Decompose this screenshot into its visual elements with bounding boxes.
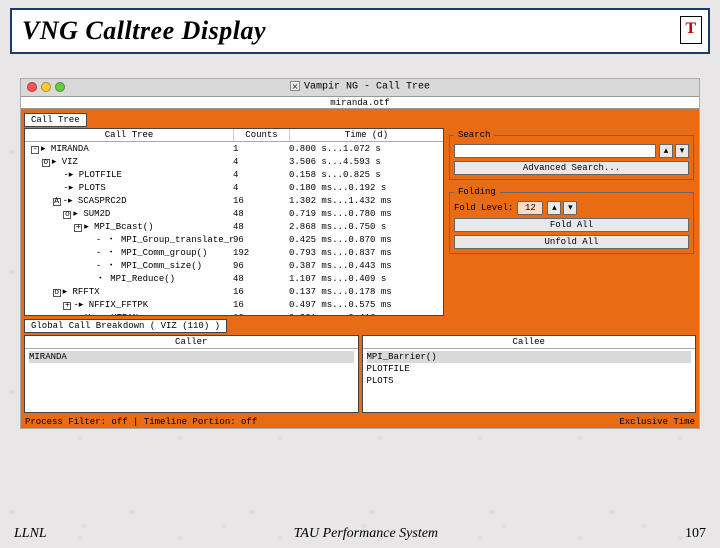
tree-row[interactable]: - ・ MPI_Comm_size()960.387 ms...0.443 ms (31, 260, 443, 273)
section-label-calltree: Call Tree (24, 113, 87, 127)
tree-row[interactable]: o▸ SUM2D480.719 ms...0.780 ms (31, 208, 443, 221)
search-input[interactable] (454, 144, 656, 158)
slide-title: VNG Calltree Display (22, 16, 266, 45)
tree-row[interactable]: A-▸ SCASPRC2D161.302 ms...1.432 ms (31, 195, 443, 208)
fold-all-button[interactable]: Fold All (454, 218, 689, 232)
fold-level-down[interactable]: ▾ (563, 201, 577, 215)
caller-pane[interactable]: Caller MIRANDA (24, 335, 359, 413)
tree-row[interactable]: o▸ VIZ43.506 s...4.593 s (31, 156, 443, 169)
calltree-header: Call Tree Counts Time (d) (25, 129, 443, 142)
tree-row[interactable]: -▸ PLOTFILE40.158 s...0.825 s (31, 169, 443, 182)
zoom-icon[interactable] (55, 82, 65, 92)
callee-item[interactable]: PLOTS (367, 375, 692, 387)
app-logo-icon (290, 81, 300, 91)
side-panels: Search ▴ ▾ Advanced Search... Folding Fo… (447, 128, 696, 316)
expand-icon[interactable]: A (53, 198, 61, 206)
tree-row[interactable]: -▸ PLOTS40.180 ms...0.192 s (31, 182, 443, 195)
tree-row[interactable]: - ・ MPI_Group_translate_ranks()960.425 m… (31, 234, 443, 247)
minimize-icon[interactable] (41, 82, 51, 92)
folding-panel: Folding Fold Level: ▴ ▾ Fold All Unfold … (449, 187, 694, 254)
close-icon[interactable] (27, 82, 37, 92)
traffic-lights (27, 82, 65, 92)
folding-legend: Folding (454, 187, 500, 197)
tree-row[interactable]: +▸ MPI_Bcast()482.868 ms...0.750 s (31, 221, 443, 234)
tree-row[interactable]: o▸ RFFTX160.137 ms...0.178 ms (31, 286, 443, 299)
col-calltree[interactable]: Call Tree (25, 129, 233, 141)
breakdown-label: Global Call Breakdown ( VIZ (110) ) (24, 319, 227, 333)
window-title: Vampir NG - Call Tree (290, 81, 430, 93)
status-bar: Process Filter: off | Timeline Portion: … (21, 416, 699, 428)
callee-item[interactable]: MPI_Barrier() (367, 351, 692, 363)
col-time[interactable]: Time (d) (289, 129, 443, 141)
app-body: Call Tree Call Tree Counts Time (d) -▸ M… (21, 109, 699, 416)
status-left: Process Filter: off | Timeline Portion: … (25, 417, 257, 427)
search-panel: Search ▴ ▾ Advanced Search... (449, 130, 694, 180)
unfold-all-button[interactable]: Unfold All (454, 235, 689, 249)
expand-icon[interactable]: + (74, 224, 82, 232)
search-legend: Search (454, 130, 494, 140)
expand-icon[interactable]: + (63, 302, 71, 310)
caller-list: MIRANDA (25, 349, 358, 365)
callee-pane[interactable]: Callee MPI_Barrier()PLOTFILEPLOTS (362, 335, 697, 413)
corner-logo-icon: T (680, 16, 702, 44)
tree-row[interactable]: - ・ MPI_Comm_group()1920.793 ms...0.837 … (31, 247, 443, 260)
callee-header: Callee (363, 336, 696, 349)
callee-item[interactable]: PLOTFILE (367, 363, 692, 375)
tree-row[interactable]: -▸ MIRANDA10.800 s...1.072 s (31, 143, 443, 156)
caller-item[interactable]: MIRANDA (29, 351, 354, 363)
col-counts[interactable]: Counts (233, 129, 289, 141)
expand-icon[interactable]: - (31, 146, 39, 154)
fold-level-input[interactable] (517, 201, 543, 215)
fold-level-up[interactable]: ▴ (547, 201, 561, 215)
expand-icon[interactable]: o (53, 289, 61, 297)
expand-icon[interactable]: o (63, 211, 71, 219)
tree-row[interactable]: ・ MPI_Reduce()481.107 ms...0.409 s (31, 273, 443, 286)
status-right: Exclusive Time (619, 417, 695, 427)
search-prev-button[interactable]: ▴ (659, 144, 673, 158)
window-titlebar[interactable]: Vampir NG - Call Tree (21, 79, 699, 97)
tree-row[interactable]: H -▸ XTRAN160.381 ms...0.416 ms (31, 312, 443, 316)
expand-icon[interactable]: o (42, 159, 50, 167)
vampir-window: Vampir NG - Call Tree miranda.otf Call T… (20, 78, 700, 429)
document-name: miranda.otf (21, 97, 699, 109)
calltree-pane[interactable]: Call Tree Counts Time (d) -▸ MIRANDA10.8… (24, 128, 444, 316)
callee-list: MPI_Barrier()PLOTFILEPLOTS (363, 349, 696, 389)
breakdown-panes: Caller MIRANDA Callee MPI_Barrier()PLOTF… (24, 335, 696, 413)
search-next-button[interactable]: ▾ (675, 144, 689, 158)
tree-row[interactable]: +-▸ NFFIX_FFTPK160.497 ms...0.575 ms (31, 299, 443, 312)
caller-header: Caller (25, 336, 358, 349)
calltree-rows: -▸ MIRANDA10.800 s...1.072 s o▸ VIZ43.50… (25, 142, 443, 316)
slide-title-banner: VNG Calltree Display T (10, 8, 710, 54)
fold-level-label: Fold Level: (454, 203, 513, 213)
advanced-search-button[interactable]: Advanced Search... (454, 161, 689, 175)
